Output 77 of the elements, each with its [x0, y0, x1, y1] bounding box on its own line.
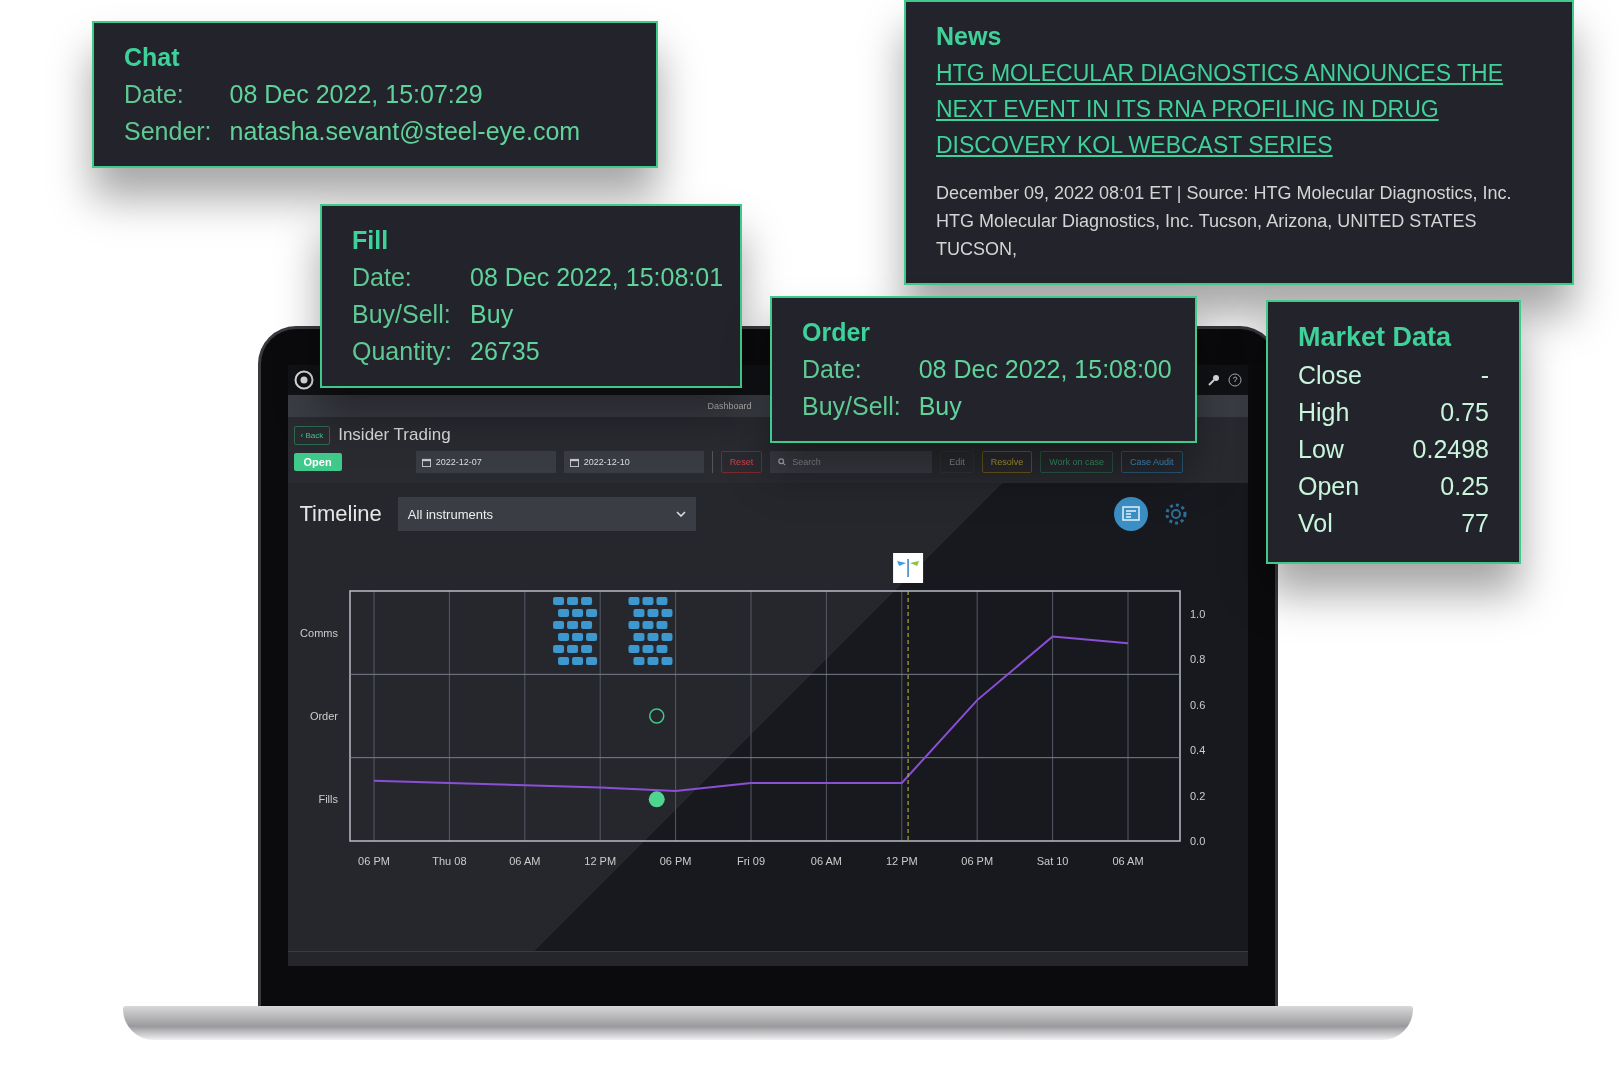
field-label: Quantity: — [352, 337, 453, 366]
x-tick-label: Sat 10 — [1036, 855, 1068, 867]
x-tick-label: Thu 08 — [431, 855, 466, 867]
news-text: HTG Molecular Diagnostics, Inc. Tucson, Arizona, UNITED STATES — [936, 210, 1478, 233]
y-tick-label: 0.2 — [1189, 789, 1205, 802]
y-tick-label: 0.8 — [1189, 653, 1205, 666]
field-value: Buy — [470, 300, 515, 329]
field-value: Buy — [918, 392, 963, 421]
chevron-icon — [675, 511, 686, 517]
settings-icon[interactable] — [1163, 502, 1188, 526]
status-badge: Open — [293, 453, 342, 471]
quote-label: Vol — [1298, 508, 1333, 539]
timeline-title: Timeline — [299, 501, 382, 527]
field-label: Sender: — [124, 117, 212, 146]
lane-label: Order — [309, 710, 338, 722]
dragonfly-icon[interactable] — [892, 553, 923, 583]
order-marker[interactable] — [648, 708, 664, 724]
quote-value: 0.75 — [1440, 397, 1489, 428]
x-tick-label: Fri 09 — [736, 855, 765, 867]
date-field[interactable]: 2022-12-07 — [415, 451, 556, 473]
lane-label: Comms — [299, 626, 338, 639]
help-icon[interactable] — [1227, 373, 1242, 387]
news-text: December 09, 2022 08:01 ET | Source: HTG Molecular Diagnostics, Inc. — [936, 182, 1513, 205]
field-value: 08 Dec 2022, 15:08:01 — [470, 263, 724, 292]
calendar-icon — [421, 457, 431, 467]
work-on-case-button[interactable]: Work on case — [1040, 451, 1114, 473]
quote-label: High — [1298, 397, 1350, 428]
reset-button[interactable]: Reset — [720, 451, 763, 473]
field-value: 08 Dec 2022, 15:08:00 — [918, 355, 1172, 384]
quote-value: 0.2498 — [1412, 434, 1489, 465]
fill-marker[interactable] — [648, 791, 665, 808]
logo-icon — [293, 370, 314, 390]
quote-value: 77 — [1461, 508, 1489, 539]
field-label: Date: — [802, 355, 863, 384]
field-label: Buy/Sell: — [802, 392, 901, 421]
card-title: Chat — [124, 43, 181, 72]
y-tick-label: 0.0 — [1189, 835, 1205, 847]
field-value: 08 Dec 2022, 15:07:29 — [229, 80, 484, 109]
quote-label: Low — [1298, 434, 1344, 465]
field-label: Buy/Sell: — [352, 300, 452, 329]
field-value: 26735 — [470, 337, 541, 366]
chat-bubbles-icon[interactable] — [552, 597, 672, 665]
card-title: Market Data — [1298, 322, 1453, 353]
x-tick-label: 06 AM — [1111, 855, 1144, 867]
y-tick-label: 0.6 — [1189, 698, 1205, 711]
news-text: TUCSON, — [936, 238, 1018, 261]
y-tick-label: 0.4 — [1189, 744, 1205, 757]
x-tick-label: 06 PM — [960, 855, 993, 867]
instrument-dropdown[interactable]: All instruments — [397, 497, 696, 531]
quote-label: Close — [1298, 360, 1362, 391]
quote-label: Open — [1298, 471, 1360, 502]
x-tick-label: 06 AM — [810, 855, 842, 867]
card-title: Order — [802, 318, 872, 347]
nav-link[interactable]: Dashboard — [707, 401, 752, 411]
x-tick-label: 12 PM — [885, 855, 918, 867]
x-tick-label: 06 PM — [659, 855, 691, 867]
card-title: News — [936, 22, 1003, 51]
headline-link[interactable]: HTG MOLECULAR DIAGNOSTICS ANNOUNCES THE NEXT EVENT IN ITS RNA PROFILING IN DRUG DISCOVERY KOL WEBCAST SERIES — [936, 55, 1542, 163]
quote-value: - — [1480, 360, 1489, 391]
x-tick-label: 06 AM — [508, 855, 540, 867]
back-button[interactable]: ‹ Back — [293, 425, 331, 445]
resolve-button[interactable]: Resolve — [981, 451, 1033, 473]
field-label: Date: — [352, 263, 413, 292]
field-value: natasha.sevant@steel-eye.com — [229, 117, 581, 146]
quote-value: 0.25 — [1440, 471, 1489, 502]
y-tick-label: 1.0 — [1189, 607, 1205, 620]
lane-label: Fills — [317, 793, 338, 806]
card-title: Fill — [352, 226, 390, 255]
x-tick-label: 06 PM — [357, 855, 390, 867]
date-field[interactable]: 2022-12-10 — [563, 451, 704, 473]
news-icon[interactable] — [1113, 497, 1148, 531]
key-icon[interactable] — [1207, 374, 1220, 386]
calendar-icon — [569, 457, 579, 467]
x-tick-label: 12 PM — [583, 855, 616, 867]
field-label: Date: — [124, 80, 185, 109]
case-title: Insider Trading — [338, 425, 451, 445]
case-audit-button[interactable]: Case Audit — [1121, 451, 1183, 473]
